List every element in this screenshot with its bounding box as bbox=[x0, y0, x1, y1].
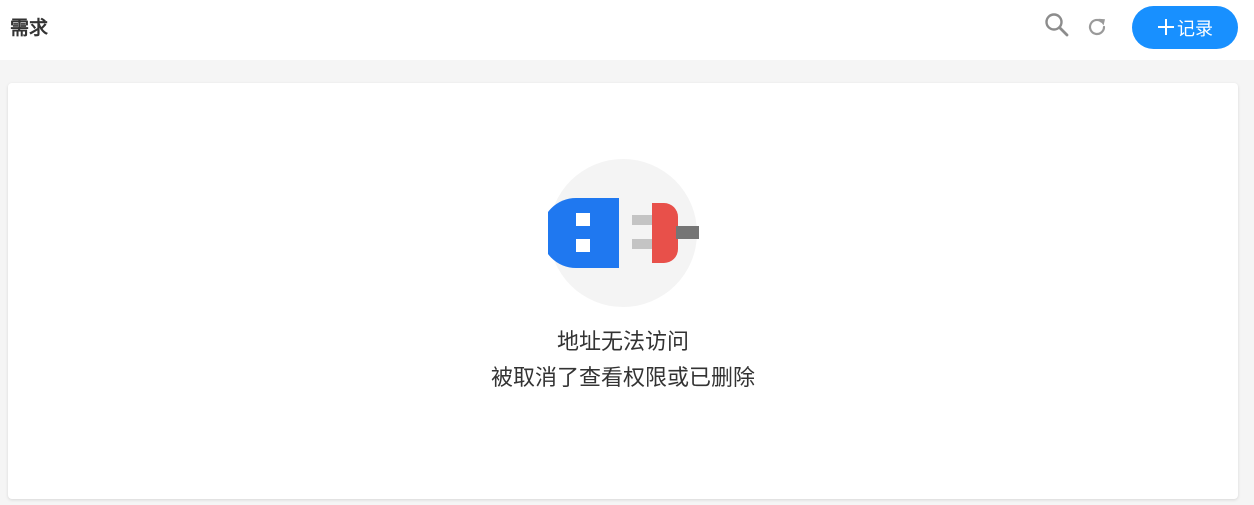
add-record-button[interactable]: 记录 bbox=[1132, 6, 1238, 49]
error-title: 地址无法访问 bbox=[556, 330, 689, 355]
error-detail: 被取消了查看权限或已删除 bbox=[490, 366, 755, 391]
top-bar: 需求 记录 bbox=[0, 0, 1254, 60]
search-icon bbox=[1045, 13, 1069, 37]
add-record-label: 记录 bbox=[1177, 18, 1213, 40]
unplugged-icon bbox=[541, 159, 708, 309]
search-button[interactable] bbox=[1043, 11, 1071, 39]
page-title: 需求 bbox=[10, 17, 49, 39]
plus-icon bbox=[1157, 16, 1175, 40]
refresh-button[interactable] bbox=[1083, 13, 1111, 41]
content-card: 地址无法访问 被取消了查看权限或已删除 bbox=[8, 83, 1238, 499]
refresh-icon bbox=[1088, 18, 1106, 36]
